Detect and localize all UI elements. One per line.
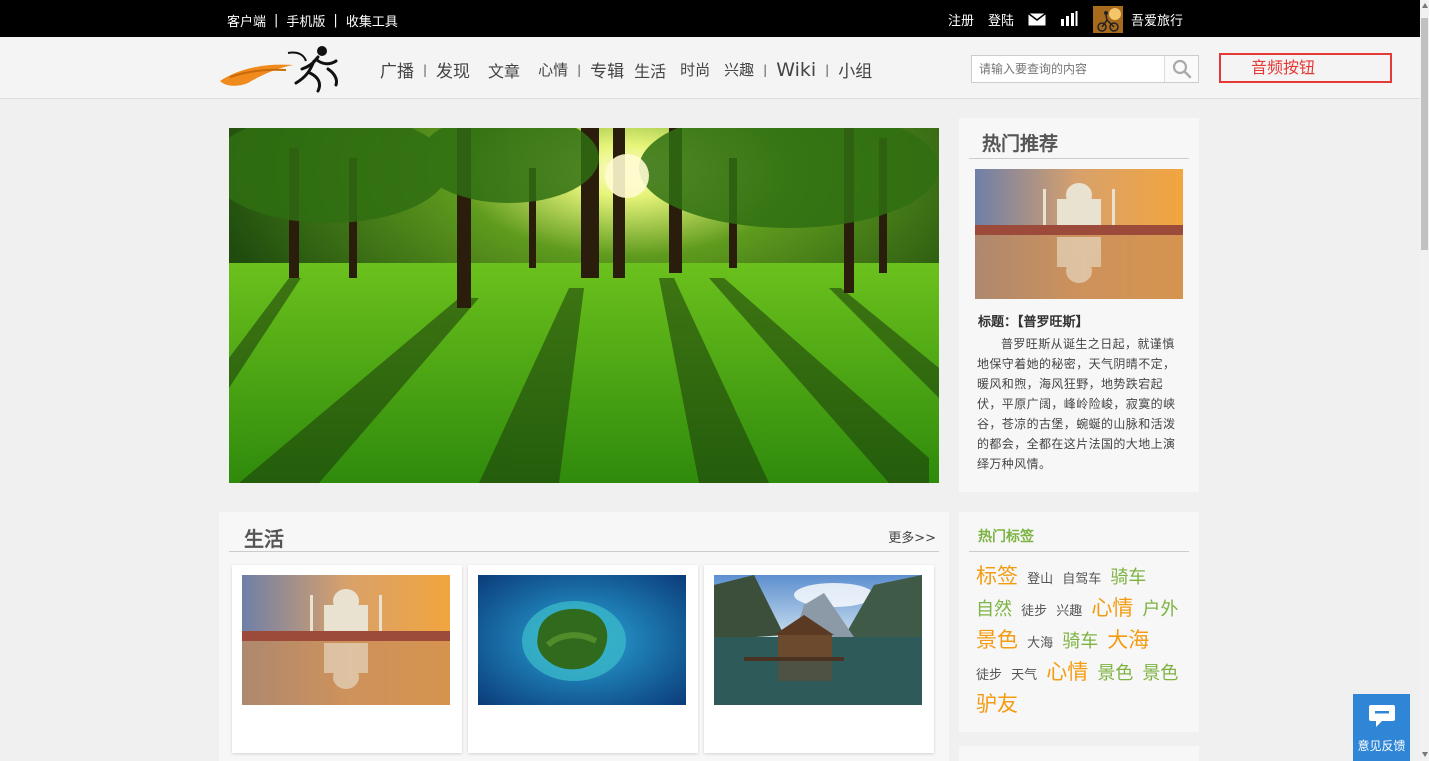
tag-item[interactable]: 景色 [976, 628, 1018, 652]
tag-item[interactable]: 心情 [1046, 660, 1088, 684]
tag-item[interactable]: 自驾车 [1062, 572, 1101, 587]
search-button[interactable] [1164, 56, 1198, 82]
tag-item[interactable]: 兴趣 [1056, 604, 1082, 619]
divider [969, 158, 1189, 159]
login-link[interactable]: 登陆 [988, 10, 1014, 29]
life-card[interactable] [468, 565, 698, 753]
mobile-link[interactable]: 手机版 [286, 11, 325, 30]
tag-item[interactable]: 天气 [1011, 668, 1037, 683]
tag-item[interactable]: 自然 [976, 599, 1012, 620]
tag-item[interactable]: 景色 [1097, 663, 1133, 684]
nav-albums[interactable]: 专辑 [590, 57, 624, 82]
nav-interests[interactable]: 兴趣 [724, 59, 754, 80]
tag-item[interactable]: 徒步 [1021, 604, 1047, 619]
tag-item[interactable]: 徒步 [976, 668, 1002, 683]
user-area: 注册 登陆 吾爱旅行 [948, 5, 1183, 33]
audio-button[interactable]: 音频按钮 [1219, 53, 1392, 83]
nav-separator: | [423, 62, 428, 77]
nav-broadcast[interactable]: 广播 [380, 57, 414, 82]
scrollbar-thumb[interactable] [1421, 18, 1428, 250]
card-image[interactable] [478, 575, 686, 705]
hot-tags-panel: 热门标签 标签 登山 自驾车 骑车 自然 徒步 兴趣 心情 户外 景色 大海 骑… [959, 512, 1199, 732]
register-link[interactable]: 注册 [948, 10, 974, 29]
search-input[interactable] [972, 56, 1164, 82]
tag-item[interactable]: 大海 [1027, 636, 1053, 651]
hot-recommend-title: 热门推荐 [982, 133, 1059, 155]
nav-separator: | [825, 62, 830, 77]
divider [229, 551, 939, 552]
avatar[interactable] [1093, 5, 1124, 33]
tag-item[interactable]: 登山 [1027, 572, 1053, 587]
search-box [971, 55, 1199, 83]
recommend-description: 普罗旺斯从诞生之日起，就谨慎地保守着她的秘密，天气阴晴不定，暖风和煦，海风狂野，… [977, 337, 1176, 471]
header: 广播 | 发现 文章 心情 | 专辑 生活 时尚 兴趣 | Wiki | 小组 … [0, 37, 1420, 99]
separator: | [333, 13, 338, 28]
nav-articles[interactable]: 文章 [488, 58, 520, 82]
scroll-down-arrow[interactable] [1422, 752, 1428, 757]
hot-tags-title: 热门标签 [978, 529, 1034, 545]
scroll-up-arrow[interactable] [1422, 3, 1428, 8]
recommend-image[interactable] [975, 169, 1183, 299]
hero-banner-image[interactable] [229, 128, 939, 483]
life-title: 生活 [244, 527, 284, 551]
search-icon [1172, 59, 1191, 79]
chat-bubble-icon [1369, 705, 1395, 727]
more-link[interactable]: 更多>> [888, 527, 936, 546]
life-section: 生活 更多>> [219, 512, 949, 761]
tag-item[interactable]: 骑车 [1110, 567, 1146, 588]
divider [969, 551, 1189, 552]
nav-wiki[interactable]: Wiki [776, 59, 816, 81]
tag-item[interactable]: 户外 [1142, 599, 1178, 620]
collect-tool-link[interactable]: 收集工具 [346, 11, 398, 30]
nav-separator: | [577, 62, 582, 77]
tag-item[interactable]: 景色 [1142, 663, 1178, 684]
mail-icon[interactable] [1028, 12, 1046, 26]
recommend-caption[interactable]: 标题：【普罗旺斯】 [978, 311, 1089, 330]
main-nav: 广播 | 发现 文章 心情 | 专辑 生活 时尚 兴趣 | Wiki | 小组 [380, 57, 872, 83]
separator: | [274, 13, 279, 28]
top-bar: 客户端 | 手机版 | 收集工具 注册 登陆 吾爱旅行 [0, 0, 1420, 37]
feedback-label: 意见反馈 [1357, 739, 1406, 753]
speaker-icon[interactable] [1060, 11, 1078, 27]
tag-item[interactable]: 标签 [976, 564, 1018, 588]
nav-fashion[interactable]: 时尚 [680, 59, 710, 80]
logo[interactable] [218, 43, 348, 97]
nav-mood[interactable]: 心情 [538, 59, 568, 80]
client-link[interactable]: 客户端 [227, 11, 266, 30]
username-link[interactable]: 吾爱旅行 [1131, 10, 1183, 29]
nav-separator: | [763, 62, 768, 77]
tag-item[interactable]: 大海 [1107, 628, 1149, 652]
tag-item[interactable]: 心情 [1091, 596, 1133, 620]
life-card[interactable] [704, 565, 934, 753]
tag-item[interactable]: 驴友 [976, 692, 1018, 716]
next-panel [959, 746, 1199, 761]
tag-item[interactable]: 骑车 [1062, 631, 1098, 652]
top-links: 客户端 | 手机版 | 收集工具 [227, 11, 398, 30]
card-image[interactable] [242, 575, 450, 705]
nav-groups[interactable]: 小组 [838, 57, 872, 82]
life-card[interactable] [232, 565, 462, 753]
nav-discover[interactable]: 发现 [436, 57, 470, 82]
hot-recommend-panel: 热门推荐 标题：【普罗旺斯】 普罗旺斯从诞生之日起，就谨慎地保守着她的秘密，天气… [959, 118, 1199, 492]
nav-life[interactable]: 生活 [634, 58, 666, 82]
tag-cloud: 标签 登山 自驾车 骑车 自然 徒步 兴趣 心情 户外 景色 大海 骑车 大海 … [976, 562, 1186, 720]
card-image[interactable] [714, 575, 922, 705]
feedback-button[interactable]: 意见反馈 [1353, 694, 1410, 761]
